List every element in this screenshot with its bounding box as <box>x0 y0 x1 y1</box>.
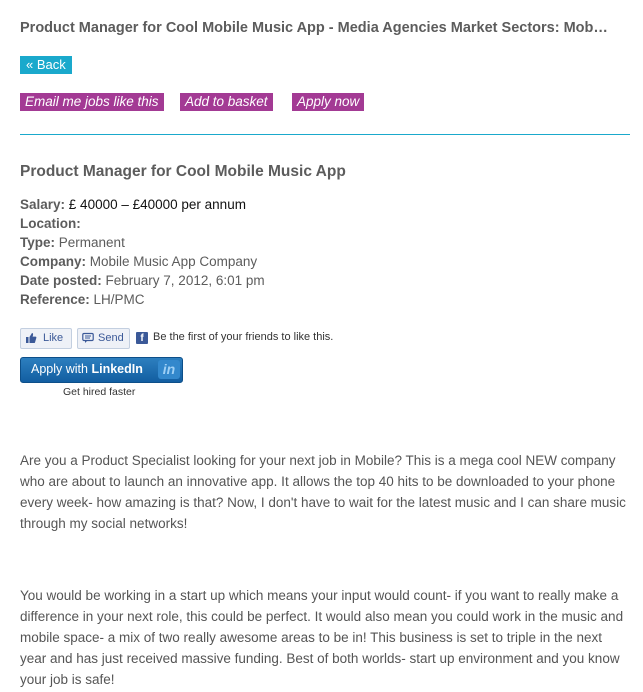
description-paragraph-1: Are you a Product Specialist looking for… <box>20 453 626 531</box>
type-row: Type: Permanent <box>20 233 265 252</box>
facebook-like-button[interactable]: Like <box>20 328 72 349</box>
like-label: Like <box>43 332 64 344</box>
date-posted-row: Date posted: February 7, 2012, 6:01 pm <box>20 271 265 290</box>
salary-row: Salary: £ 40000 – £40000 per annum <box>20 195 265 214</box>
linkedin-prefix: Apply with <box>31 362 88 376</box>
linkedin-button-label: Apply with LinkedIn <box>31 362 143 376</box>
company-row: Company: Mobile Music App Company <box>20 252 265 271</box>
job-page: Product Manager for Cool Mobile Music Ap… <box>0 0 643 692</box>
linkedin-logo-icon: in <box>158 360 180 379</box>
facebook-social-text: Be the first of your friends to like thi… <box>153 331 334 343</box>
linkedin-subtext: Get hired faster <box>63 386 136 398</box>
company-value: Mobile Music App Company <box>89 254 258 269</box>
apply-now-button[interactable]: Apply now <box>292 93 365 111</box>
page-title: Product Manager for Cool Mobile Music Ap… <box>20 20 608 36</box>
date-posted-value: February 7, 2012, 6:01 pm <box>105 273 265 288</box>
email-jobs-button[interactable]: Email me jobs like this <box>20 93 164 111</box>
apply-with-linkedin-button[interactable]: Apply with LinkedIn in <box>20 357 183 383</box>
salary-value: £ 40000 – £40000 per annum <box>68 197 246 212</box>
facebook-logo-icon: f <box>136 332 148 344</box>
job-details: Salary: £ 40000 – £40000 per annum Locat… <box>20 195 265 309</box>
divider <box>20 134 630 135</box>
speech-bubble-icon <box>82 332 94 343</box>
back-button[interactable]: « Back <box>20 56 72 74</box>
location-label: Location: <box>20 216 81 231</box>
add-to-basket-button[interactable]: Add to basket <box>180 93 273 111</box>
type-label: Type: <box>20 235 56 250</box>
date-posted-label: Date posted: <box>20 273 102 288</box>
reference-value: LH/PMC <box>93 292 145 307</box>
facebook-send-button[interactable]: Send <box>77 328 130 349</box>
job-title: Product Manager for Cool Mobile Music Ap… <box>20 163 346 180</box>
location-row: Location: <box>20 214 265 233</box>
reference-label: Reference: <box>20 292 90 307</box>
linkedin-brand: LinkedIn <box>91 362 143 376</box>
reference-row: Reference: LH/PMC <box>20 290 265 309</box>
salary-label: Salary: <box>20 197 66 212</box>
send-label: Send <box>98 332 124 344</box>
type-value: Permanent <box>58 235 125 250</box>
thumbs-up-icon <box>26 333 37 343</box>
description-paragraph-2: You would be working in a start up which… <box>20 588 624 687</box>
company-label: Company: <box>20 254 87 269</box>
